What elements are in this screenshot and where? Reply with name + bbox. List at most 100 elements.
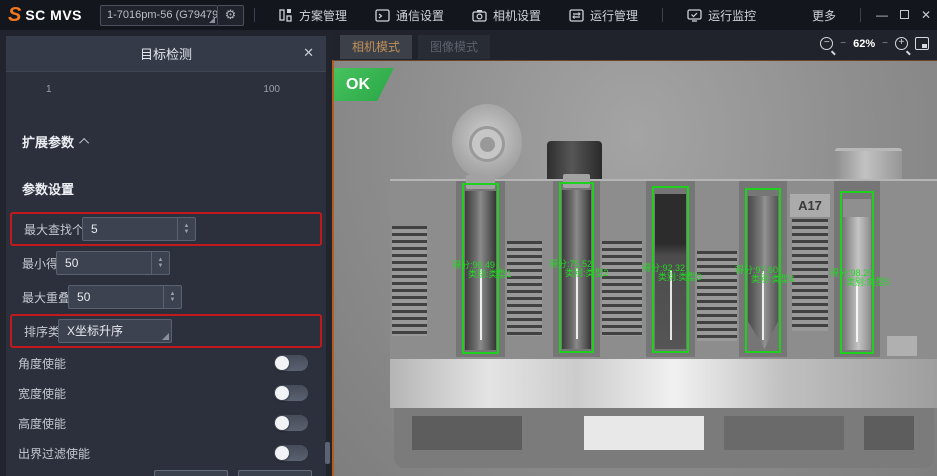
toolbar-divider	[254, 8, 255, 22]
angle-enable-toggle[interactable]	[274, 355, 308, 371]
height-enable-toggle[interactable]	[274, 415, 308, 431]
input-value: 50	[65, 256, 78, 270]
extended-params-section-header[interactable]: 扩展参数	[6, 132, 326, 151]
image-viewer: 相机模式 图像模式 − − 62% − + OK	[332, 30, 937, 476]
section-title: 参数设置	[22, 182, 74, 197]
tab-camera-mode[interactable]: 相机模式	[340, 35, 412, 59]
zoom-controls: − − 62% − +	[820, 37, 929, 50]
toggle-label: 宽度使能	[18, 385, 66, 402]
detection-box: 得分:97.60 类别:类型4	[745, 188, 781, 353]
rack-metal-band	[390, 359, 937, 408]
param-row-max-overlap: 最大重叠率 50 ▲▼	[10, 280, 322, 314]
panel-scrollbar[interactable]	[324, 30, 330, 470]
gear-icon: ⚙	[225, 7, 237, 23]
spinner-arrows-icon[interactable]: ▲▼	[151, 252, 169, 274]
toggle-row-width-enable: 宽度使能	[6, 378, 326, 408]
toggle-row-angle-enable: 角度使能	[6, 348, 326, 378]
menu-label: 方案管理	[299, 7, 347, 24]
input-value: 50	[77, 290, 90, 304]
spinner-arrows-icon[interactable]: ▲▼	[177, 218, 195, 240]
close-icon[interactable]: ✕	[303, 45, 314, 61]
param-row-min-score: 最小得分 50 ▲▼	[10, 246, 322, 280]
max-find-count-input[interactable]: 5 ▲▼	[82, 217, 196, 241]
menu-communication-settings[interactable]: 通信设置	[375, 7, 444, 24]
barcode	[602, 241, 642, 336]
toggle-row-out-of-bounds-filter: 出界过滤使能	[6, 438, 326, 468]
params-settings-section-header: 参数设置	[6, 179, 326, 198]
out-of-bounds-filter-toggle[interactable]	[274, 445, 308, 461]
maximize-icon	[900, 10, 909, 19]
viewer-tab-bar: 相机模式 图像模式 − − 62% − +	[332, 30, 937, 60]
more-menu-button[interactable]: 更多	[812, 7, 836, 24]
detection-box: 得分:98.20 类别:类型5	[840, 191, 874, 354]
minimize-button[interactable]: —	[871, 8, 893, 22]
monitor-icon	[687, 9, 702, 22]
barcode	[507, 241, 542, 336]
device-settings-button[interactable]: ⚙	[218, 5, 244, 26]
scrollbar-thumb[interactable]	[325, 442, 330, 464]
dialog-header: 目标检测 ✕	[6, 36, 326, 72]
menu-label: 运行管理	[590, 7, 638, 24]
app-window: S SC MVS 1-7016pm-56 (G79479 ⚙ 方案管理 通信设置…	[0, 0, 937, 476]
detection-box: 得分:92.32 类别:类型3	[652, 186, 689, 353]
top-bar-right: 更多 — ✕	[812, 7, 937, 24]
fit-screen-icon[interactable]	[915, 37, 929, 50]
toggle-label: 角度使能	[18, 355, 66, 372]
max-overlap-input[interactable]: 50 ▲▼	[68, 285, 182, 309]
dialog-title: 目标检测	[140, 44, 192, 63]
barcode	[697, 251, 737, 341]
close-window-button[interactable]: ✕	[915, 8, 937, 22]
rack-rail	[394, 408, 934, 468]
detection-category: 类别:类型5	[846, 278, 890, 287]
detection-box: 得分:90.49 类别:类型1	[462, 183, 499, 354]
tab-image-mode[interactable]: 图像模式	[418, 35, 490, 59]
cancel-button[interactable]	[238, 470, 312, 476]
slider-range-row: 1 100	[6, 80, 326, 106]
param-row-sort-type: 排序类型 X坐标升序	[10, 314, 322, 348]
param-row-max-find-count: 最大查找个数 5 ▲▼	[10, 212, 322, 246]
detection-category: 类别:类型3	[658, 273, 702, 282]
confirm-button[interactable]	[154, 470, 228, 476]
zoom-out-icon[interactable]: −	[820, 37, 833, 50]
dropdown-value: X坐标升序	[67, 324, 123, 338]
detection-category: 类别:类型1	[468, 270, 512, 279]
slider-max-label: 100	[263, 84, 280, 95]
terminal-icon	[375, 9, 390, 22]
app-title: SC MVS	[25, 7, 82, 23]
toggle-label: 高度使能	[18, 415, 66, 432]
width-enable-toggle[interactable]	[274, 385, 308, 401]
logo-s-icon: S	[8, 4, 21, 27]
blank-label	[887, 336, 917, 356]
input-value: 5	[91, 222, 98, 236]
detection-category: 类别:类型2	[565, 269, 609, 278]
menu-solution-management[interactable]: 方案管理	[279, 7, 347, 24]
menu-label: 通信设置	[396, 7, 444, 24]
top-bar: S SC MVS 1-7016pm-56 (G79479 ⚙ 方案管理 通信设置…	[0, 0, 937, 30]
device-selector-dropdown[interactable]: 1-7016pm-56 (G79479	[100, 5, 218, 26]
barcode	[792, 219, 828, 331]
camera-icon	[472, 9, 487, 22]
sort-type-dropdown[interactable]: X坐标升序	[58, 319, 172, 343]
detection-box: 得分:75.52 类别:类型2	[559, 182, 594, 353]
slider-min-label: 1	[46, 84, 52, 95]
left-panel-region: 目标检测 ✕ 1 100 扩展参数 参数设置 最大查找个数 5 ▲▼	[0, 30, 332, 476]
menu-run-monitoring[interactable]: 运行监控	[687, 7, 756, 24]
spinner-arrows-icon[interactable]: ▲▼	[163, 286, 181, 308]
zoom-level: 62%	[853, 38, 875, 50]
toggle-knob	[275, 416, 289, 430]
detection-category: 类别:类型4	[751, 275, 795, 284]
open-cap-tube	[452, 104, 522, 186]
toggle-row-height-enable: 高度使能	[6, 408, 326, 438]
camera-image[interactable]: A17 得分:	[332, 60, 937, 476]
zoom-in-icon[interactable]: +	[895, 37, 908, 50]
toggle-knob	[275, 386, 289, 400]
menu-label: 相机设置	[493, 7, 541, 24]
toolbar-divider	[662, 8, 663, 22]
toggle-knob	[275, 356, 289, 370]
dash-separator: −	[840, 38, 846, 49]
maximize-button[interactable]	[893, 8, 915, 22]
menu-run-management[interactable]: 运行管理	[569, 7, 638, 24]
min-score-input[interactable]: 50 ▲▼	[56, 251, 170, 275]
collapse-caret-icon	[79, 138, 89, 148]
menu-camera-settings[interactable]: 相机设置	[472, 7, 541, 24]
